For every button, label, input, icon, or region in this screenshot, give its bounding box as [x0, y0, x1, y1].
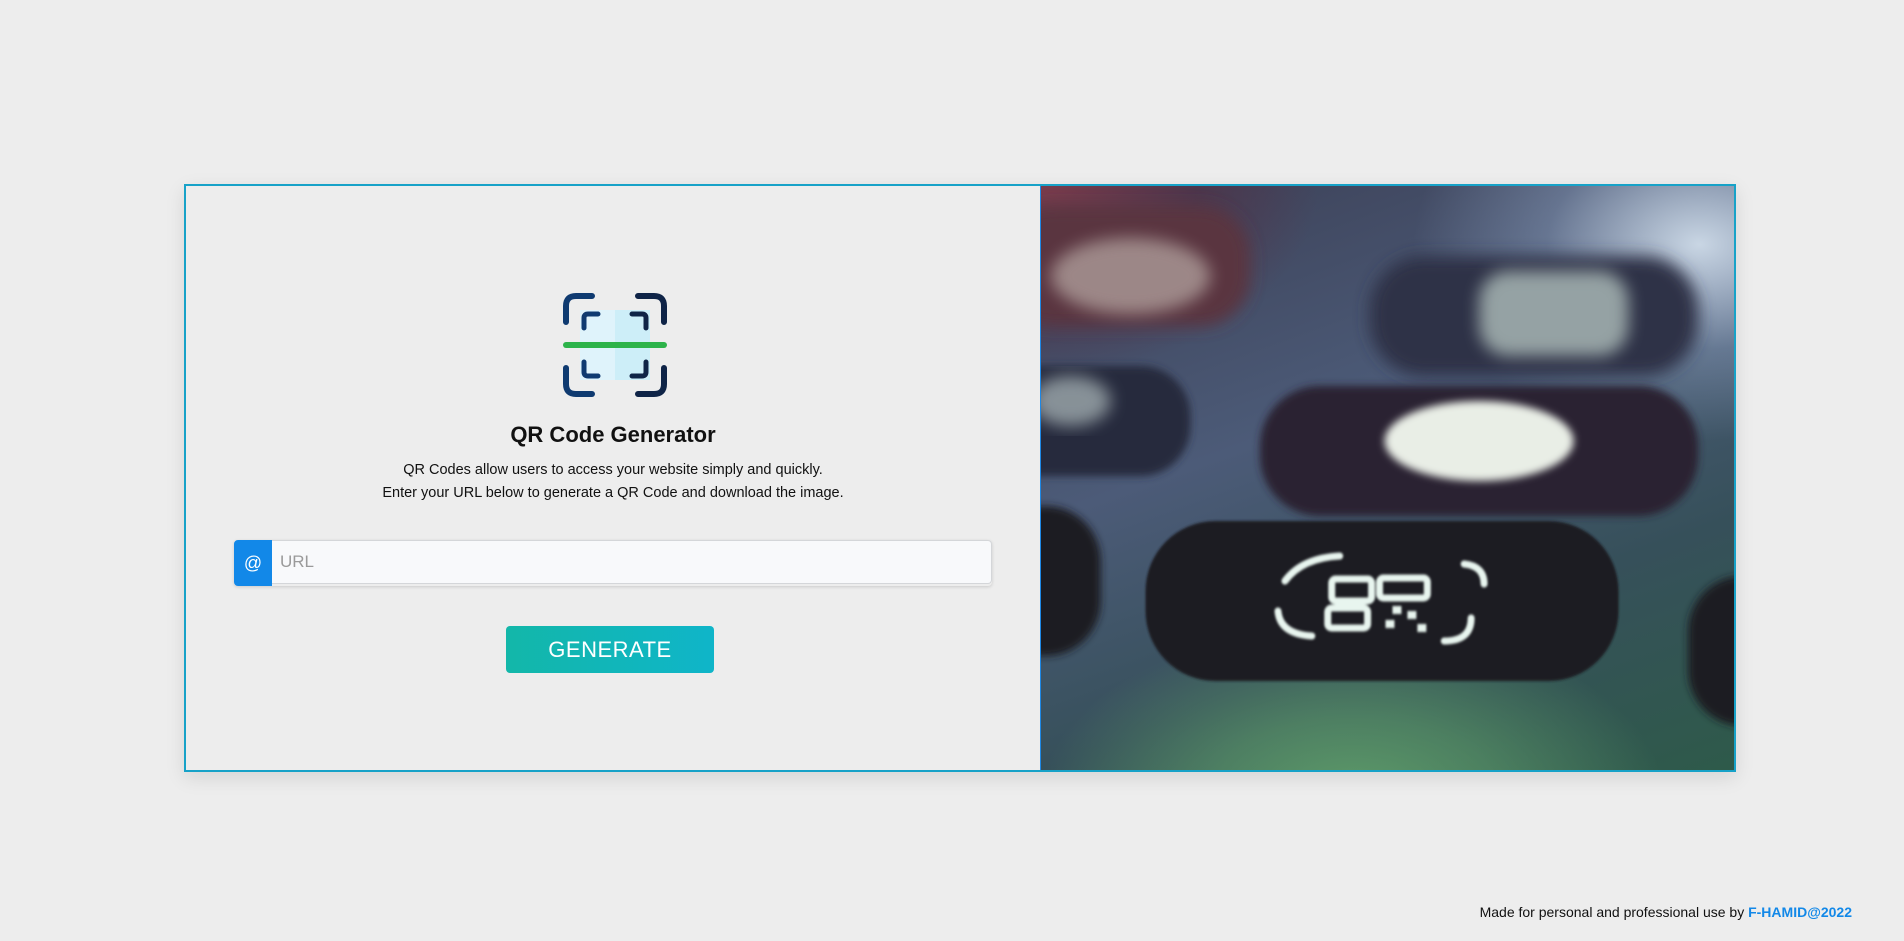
footer-credit: Made for personal and professional use b… [1480, 904, 1852, 920]
page: QR Code Generator QR Codes allow users t… [0, 0, 1904, 941]
form-panel: QR Code Generator QR Codes allow users t… [186, 186, 1040, 770]
generator-card: QR Code Generator QR Codes allow users t… [184, 184, 1736, 772]
footer-brand-link[interactable]: F-HAMID@2022 [1748, 904, 1852, 920]
page-title: QR Code Generator [510, 422, 716, 447]
at-sign-icon: @ [234, 540, 272, 586]
phone-app-qr-scan-image [1040, 186, 1734, 770]
description-line-2: Enter your URL below to generate a QR Co… [382, 485, 844, 501]
generate-button[interactable]: GENERATE [506, 626, 714, 673]
url-input[interactable] [272, 540, 992, 584]
qr-scan-icon [563, 293, 667, 397]
description-line-1: QR Codes allow users to access your webs… [403, 462, 823, 478]
footer-text: Made for personal and professional use b… [1479, 904, 1749, 920]
url-input-group: @ [234, 540, 992, 586]
hero-photo-illustration [1041, 206, 1734, 726]
